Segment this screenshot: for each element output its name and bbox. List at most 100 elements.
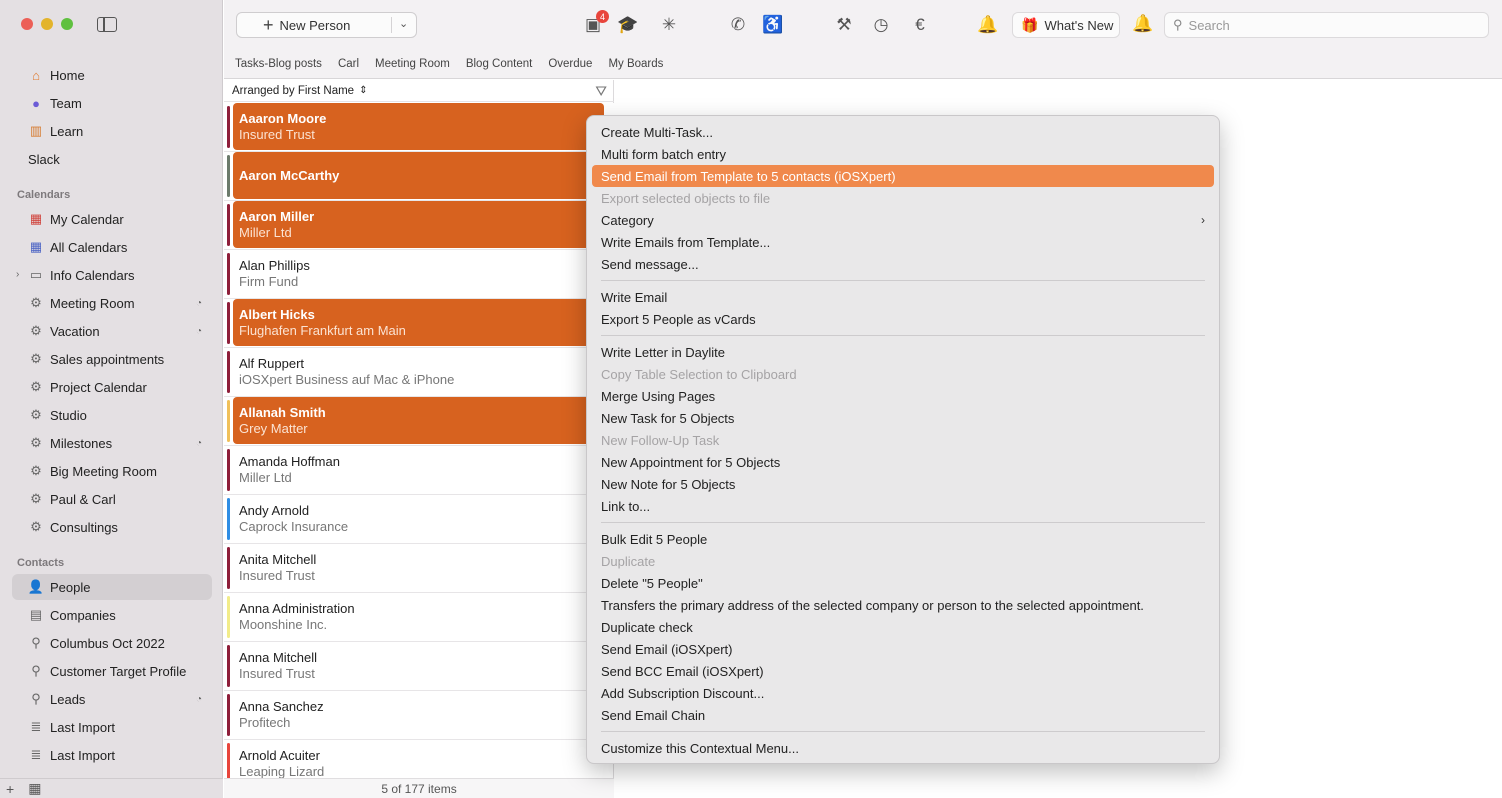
gear-icon: ⚙ [30,491,42,506]
menu-item[interactable]: Transfers the primary address of the sel… [592,594,1214,616]
minimize-window-button[interactable] [41,18,53,30]
category-color-bar [227,106,230,148]
chevron-down-icon[interactable]: ⌄ [399,17,408,30]
sidebar-toggle-icon[interactable] [97,17,117,32]
sidebar-item-people[interactable]: 👤 People [12,574,212,600]
list-item[interactable]: Anna Mitchell Insured Trust [224,642,614,691]
sidebar-item-slack[interactable]: Slack [12,146,212,172]
tab-blog-content[interactable]: Blog Content [466,58,533,70]
menu-item-label: Send Email from Template to 5 contacts (… [601,168,896,184]
filter-icon[interactable]: ⛛ [595,83,607,100]
sidebar-item-studio[interactable]: ⚙ Studio [12,402,212,428]
close-window-button[interactable] [21,18,33,30]
menu-item[interactable]: Link to... [592,495,1214,517]
gear-icon: ⚙ [30,407,42,422]
menu-item[interactable]: Customize this Contextual Menu... [592,737,1214,759]
sidebar-item-label: Info Calendars [50,267,135,283]
tab-meeting-room[interactable]: Meeting Room [375,58,450,70]
sidebar-item-meeting-room[interactable]: ⚙ Meeting Room ◔ [12,290,212,316]
menu-item[interactable]: Write Email [592,286,1214,308]
menu-item[interactable]: Send BCC Email (iOSXpert) [592,660,1214,682]
sidebar-item-all-calendars[interactable]: ▦ All Calendars [12,234,212,260]
sidebar-item-last-import-2[interactable]: ≣ Last Import [12,742,212,768]
sidebar-item-info-calendars[interactable]: ▭ Info Calendars [12,262,212,288]
menu-separator [601,731,1205,732]
list-item[interactable]: Aaaron Moore Insured Trust [224,103,614,152]
menu-item[interactable]: Duplicate check [592,616,1214,638]
timer-icon[interactable]: ◷ [870,14,892,36]
sidebar-item-columbus[interactable]: ⚲ Columbus Oct 2022 [12,630,212,656]
sidebar-item-sales-appointments[interactable]: ⚙ Sales appointments [12,346,212,372]
list-item[interactable]: Alf Ruppert iOSXpert Business auf Mac & i… [224,348,614,397]
list-item[interactable]: Anna Sanchez Profitech [224,691,614,740]
list-item[interactable]: Albert Hicks Flughafen Frankfurt am Main [224,299,614,348]
list-item[interactable]: Anita Mitchell Insured Trust [224,544,614,593]
sync-icon: ◔ [195,693,202,705]
sidebar-item-milestones[interactable]: ⚙ Milestones ◔ [12,430,212,456]
sidebar-item-home[interactable]: ⌂ Home [12,62,212,88]
menu-item[interactable]: Export 5 People as vCards [592,308,1214,330]
sidebar-item-leads[interactable]: ⚲ Leads ◔ [12,686,212,712]
sort-selector[interactable]: Arranged by First Name ⇕ [224,80,614,102]
menu-item[interactable]: New Task for 5 Objects [592,407,1214,429]
list-item[interactable]: Anna Administration Moonshine Inc. [224,593,614,642]
sidebar-item-customer-target-profile[interactable]: ⚲ Customer Target Profile [12,658,212,684]
menu-item[interactable]: New Appointment for 5 Objects [592,451,1214,473]
menu-item[interactable]: Merge Using Pages [592,385,1214,407]
menu-item[interactable]: Multi form batch entry [592,143,1214,165]
tools-icon[interactable]: ⚒ [833,14,855,36]
search-input[interactable]: ⚲ Search [1164,12,1489,38]
phone-icon[interactable]: ✆ [727,14,749,36]
notification-bell-icon[interactable]: 🔔 [1132,14,1153,34]
menu-item-label: Link to... [601,498,651,514]
menu-item-label: Customize this Contextual Menu... [601,740,799,756]
menu-item[interactable]: Send message... [592,253,1214,275]
menu-item-label: Copy Table Selection to Clipboard [601,366,797,382]
sidebar-item-team[interactable]: ● Team [12,90,212,116]
sidebar-item-vacation[interactable]: ⚙ Vacation ◔ [12,318,212,344]
sidebar-item-companies[interactable]: ▤ Companies [12,602,212,628]
inbox-icon[interactable]: ▣ 4 [582,10,609,36]
menu-item[interactable]: Category › [592,209,1214,231]
accessibility-icon[interactable]: ♿ [762,14,784,36]
list-item[interactable]: Andy Arnold Caprock Insurance [224,495,614,544]
menu-item[interactable]: Write Letter in Daylite [592,341,1214,363]
sparkle-icon[interactable]: ✳ [658,14,680,36]
sidebar-item-my-calendar[interactable]: ▦ My Calendar [12,206,212,232]
menu-item-label: Add Subscription Discount... [601,685,765,701]
menu-item[interactable]: Delete "5 People" [592,572,1214,594]
euro-icon[interactable]: € [909,14,931,36]
menu-separator [601,522,1205,523]
list-item[interactable]: Alan Phillips Firm Fund [224,250,614,299]
menu-item[interactable]: Bulk Edit 5 People [592,528,1214,550]
tab-overdue[interactable]: Overdue [548,58,592,70]
graduation-cap-icon[interactable]: 🎓 [617,14,639,36]
sidebar-item-learn[interactable]: ▥ Learn [12,118,212,144]
list-item[interactable]: Allanah Smith Grey Matter [224,397,614,446]
sidebar-item-project-calendar[interactable]: ⚙ Project Calendar [12,374,212,400]
list-item[interactable]: Amanda Hoffman Miller Ltd [224,446,614,495]
calendar-grid-icon[interactable]: ▦ [28,780,41,797]
sidebar-item-consultings[interactable]: ⚙ Consultings [12,514,212,540]
menu-item[interactable]: Send Email Chain [592,704,1214,726]
bell-settings-icon[interactable]: 🔔 [977,14,999,36]
sidebar-item-paul-carl[interactable]: ⚙ Paul & Carl [12,486,212,512]
list-item[interactable]: Aaron McCarthy [224,152,614,201]
tab-tasks-blog-posts[interactable]: Tasks-Blog posts [235,58,322,70]
menu-item[interactable]: Send Email from Template to 5 contacts (… [592,165,1214,187]
zoom-window-button[interactable] [61,18,73,30]
sidebar-item-label: Columbus Oct 2022 [50,635,165,651]
menu-item[interactable]: Create Multi-Task... [592,121,1214,143]
menu-item[interactable]: Add Subscription Discount... [592,682,1214,704]
add-icon[interactable]: + [6,781,14,797]
menu-item[interactable]: Write Emails from Template... [592,231,1214,253]
sidebar-item-big-meeting-room[interactable]: ⚙ Big Meeting Room [12,458,212,484]
new-person-button[interactable]: + New Person ⌄ [236,12,417,38]
sidebar-item-last-import[interactable]: ≣ Last Import [12,714,212,740]
menu-item[interactable]: New Note for 5 Objects [592,473,1214,495]
tab-my-boards[interactable]: My Boards [608,58,663,70]
menu-item[interactable]: Send Email (iOSXpert) [592,638,1214,660]
whats-new-button[interactable]: 🎁 What's New [1012,12,1120,38]
tab-carl[interactable]: Carl [338,58,359,70]
list-item[interactable]: Aaron Miller Miller Ltd [224,201,614,250]
